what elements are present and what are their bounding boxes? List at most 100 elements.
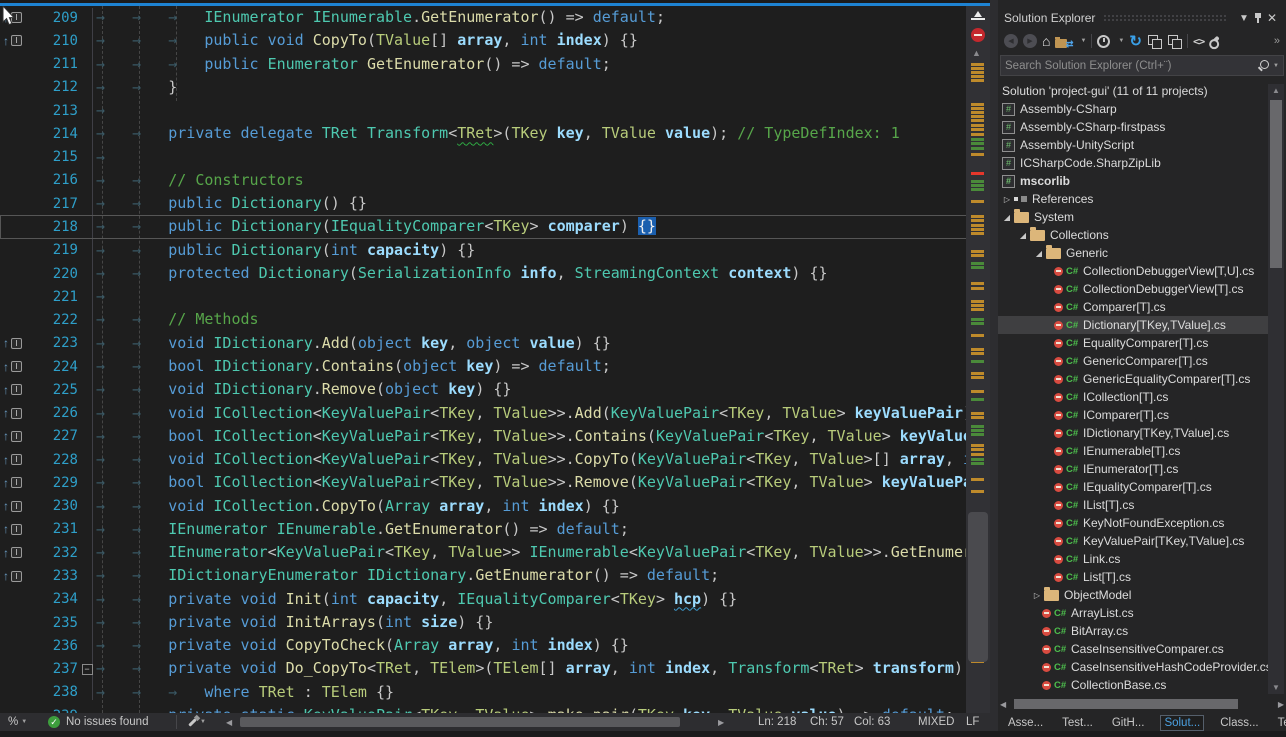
tree-item-collections[interactable]: ◢Collections — [998, 226, 1268, 244]
issues-indicator[interactable]: ✓ No issues found — [48, 713, 148, 731]
code-line[interactable]: 213→ — [0, 99, 990, 122]
code-line[interactable]: 211→ → → public Enumerator GetEnumerator… — [0, 53, 990, 76]
tree-item-ilist-t-cs[interactable]: C#IList[T].cs — [998, 496, 1268, 514]
tree-item-generic[interactable]: ◢Generic — [998, 244, 1268, 262]
code-line[interactable]: 238→ → → where TRet : TElem {} — [0, 681, 990, 704]
tree-item-icollection-t-cs[interactable]: C#ICollection[T].cs — [998, 388, 1268, 406]
tree-item-assembly-unityscript[interactable]: #Assembly-UnityScript — [998, 136, 1268, 154]
hscrollbar-thumb[interactable] — [240, 717, 680, 727]
pending-changes-filter-button[interactable] — [1097, 35, 1110, 48]
tree-item-iequalitycomparer-t-cs[interactable]: C#IEqualityComparer[T].cs — [998, 478, 1268, 496]
tree-hscrollbar[interactable]: ◀ ▶ — [1000, 697, 1284, 711]
eol-indicator[interactable]: LF — [966, 713, 979, 731]
tree-item-collectionbase-cs[interactable]: C#CollectionBase.cs — [998, 676, 1268, 694]
code-line[interactable]: 235→ → private void InitArrays(int size)… — [0, 611, 990, 634]
code-line[interactable]: 234→ → private void Init(int capacity, I… — [0, 588, 990, 611]
code-line[interactable]: ↑I226→ → void ICollection<KeyValuePair<T… — [0, 402, 990, 425]
glyph-margin[interactable]: ↑I — [0, 430, 36, 442]
encoding-indicator[interactable]: MIXED — [918, 713, 954, 731]
tree-item-ienumerator-t-cs[interactable]: C#IEnumerator[T].cs — [998, 460, 1268, 478]
tree-item-ienumerable-t-cs[interactable]: C#IEnumerable[T].cs — [998, 442, 1268, 460]
glyph-margin[interactable]: ↑I — [0, 384, 36, 396]
expanded-chevron-icon[interactable]: ◢ — [1000, 213, 1014, 222]
tree-item-objectmodel[interactable]: ▷ObjectModel — [998, 586, 1268, 604]
formatting-brush-control[interactable]: ▼ — [188, 713, 206, 731]
search-box[interactable]: Search Solution Explorer (Ctrl+¨) ▼ — [1000, 55, 1284, 76]
properties-wrench-button[interactable] — [1209, 36, 1220, 47]
glyph-margin[interactable]: ↑I — [0, 337, 36, 349]
scroll-up-arrow-icon[interactable]: ▲ — [972, 48, 981, 58]
expanded-chevron-icon[interactable]: ◢ — [1032, 249, 1046, 258]
code-line[interactable]: 216→ → // Constructors — [0, 169, 990, 192]
tree-item-list-t-cs[interactable]: C#List[T].cs — [998, 568, 1268, 586]
tree-item-collectiondebuggerview-t-cs[interactable]: C#CollectionDebuggerView[T].cs — [998, 280, 1268, 298]
hscroll-left-arrow[interactable]: ◀ — [226, 713, 232, 731]
code-line[interactable]: ↑I227→ → bool ICollection<KeyValuePair<T… — [0, 425, 990, 448]
code-line[interactable]: 221→ — [0, 285, 990, 308]
glyph-margin[interactable]: ↑I — [0, 407, 36, 419]
tree-item-solution-project-gui-11-of-11-projects[interactable]: Solution 'project-gui' (11 of 11 project… — [998, 82, 1268, 100]
glyph-margin[interactable]: ↑I — [0, 454, 36, 466]
code-line[interactable]: ↑I231→ → IEnumerator IEnumerable.GetEnum… — [0, 518, 990, 541]
glyph-margin[interactable]: ↑I — [0, 547, 36, 559]
tree-item-mscorlib[interactable]: #mscorlib — [998, 172, 1268, 190]
code-line[interactable]: ↑I228→ → void ICollection<KeyValuePair<T… — [0, 448, 990, 471]
tree-item-link-cs[interactable]: C#Link.cs — [998, 550, 1268, 568]
tree-item-bitarray-cs[interactable]: C#BitArray.cs — [998, 622, 1268, 640]
fold-margin[interactable]: − — [78, 664, 96, 675]
code-line[interactable]: 236→ → private void CopyToCheck(Array ar… — [0, 634, 990, 657]
collapsed-chevron-icon[interactable]: ▷ — [1000, 195, 1014, 204]
tree-item-idictionary-tkey-tvalue-cs[interactable]: C#IDictionary[TKey,TValue].cs — [998, 424, 1268, 442]
editor-hscrollbar[interactable] — [240, 713, 712, 731]
window-position-chevron-icon[interactable]: ▼ — [1236, 13, 1252, 24]
back-button[interactable]: ◀ — [1004, 34, 1018, 48]
chevron-down-icon[interactable]: ▼ — [1118, 38, 1124, 44]
home-button[interactable]: ⌂ — [1042, 33, 1050, 49]
glyph-margin[interactable]: ↑I — [0, 361, 36, 373]
tree-item-arraylist-cs[interactable]: C#ArrayList.cs — [998, 604, 1268, 622]
show-all-files-button[interactable] — [1167, 34, 1182, 48]
panel-title-bar[interactable]: Solution Explorer ▼ ✕ — [998, 8, 1286, 28]
chevron-down-icon[interactable]: ▼ — [1080, 38, 1086, 44]
tree-item-comparer-t-cs[interactable]: C#Comparer[T].cs — [998, 298, 1268, 316]
tree-item-equalitycomparer-t-cs[interactable]: C#EqualityComparer[T].cs — [998, 334, 1268, 352]
tree-item-icomparer-t-cs[interactable]: C#IComparer[T].cs — [998, 406, 1268, 424]
code-line[interactable]: ↑I229→ → bool ICollection<KeyValuePair<T… — [0, 471, 990, 494]
code-line[interactable]: ↑I233→ → IDictionaryEnumerator IDictiona… — [0, 564, 990, 587]
tree-item-caseinsensitivecomparer-cs[interactable]: C#CaseInsensitiveComparer.cs — [998, 640, 1268, 658]
refresh-button[interactable]: ↻ — [1129, 32, 1142, 50]
collapsed-chevron-icon[interactable]: ▷ — [1030, 591, 1044, 600]
scroll-up-arrow-icon[interactable]: ▲ — [1268, 86, 1284, 95]
pin-icon[interactable] — [1252, 11, 1264, 25]
tree-item-genericcomparer-t-cs[interactable]: C#GenericComparer[T].cs — [998, 352, 1268, 370]
glyph-margin[interactable]: ↑I — [0, 35, 36, 47]
vscrollbar-thumb[interactable] — [1270, 100, 1282, 268]
expanded-chevron-icon[interactable]: ◢ — [1016, 231, 1030, 240]
split-editor-handle[interactable] — [970, 9, 986, 25]
tree-item-keyvaluepair-tkey-tvalue-cs[interactable]: C#KeyValuePair[TKey,TValue].cs — [998, 532, 1268, 550]
chevron-down-icon[interactable]: ▼ — [1273, 63, 1279, 69]
tab-class[interactable]: Class... — [1217, 716, 1261, 730]
tree-item-assembly-csharp[interactable]: #Assembly-CSharp — [998, 100, 1268, 118]
scroll-down-arrow-icon[interactable]: ▼ — [1268, 683, 1284, 692]
glyph-margin[interactable]: ↑I — [0, 523, 36, 535]
code-line[interactable]: 220→ → protected Dictionary(Serializatio… — [0, 262, 990, 285]
code-line[interactable]: ↑I232→ → IEnumerator<KeyValuePair<TKey, … — [0, 541, 990, 564]
code-line[interactable]: 214→ → private delegate TRet Transform<T… — [0, 122, 990, 145]
tree-item-caseinsensitivehashcodeprovider-cs[interactable]: C#CaseInsensitiveHashCodeProvider.cs — [998, 658, 1268, 676]
scroll-left-arrow-icon[interactable]: ◀ — [1000, 700, 1006, 709]
code-editor[interactable]: ↑I209→ → → IEnumerator IEnumerable.GetEn… — [0, 0, 990, 737]
tab-gith[interactable]: GitH... — [1109, 716, 1148, 730]
view-code-button[interactable]: <> — [1193, 35, 1204, 48]
search-icon[interactable] — [1257, 59, 1270, 72]
code-area[interactable]: ↑I209→ → → IEnumerator IEnumerable.GetEn… — [0, 6, 990, 713]
tree-item-keynotfoundexception-cs[interactable]: C#KeyNotFoundException.cs — [998, 514, 1268, 532]
scroll-right-arrow-icon[interactable]: ▶ — [1278, 700, 1284, 709]
glyph-margin[interactable]: ↑I — [0, 477, 36, 489]
glyph-margin[interactable]: ↑I — [0, 500, 36, 512]
glyph-margin[interactable]: ↑I — [0, 570, 36, 582]
solution-tree[interactable]: Solution 'project-gui' (11 of 11 project… — [998, 82, 1268, 694]
tree-item-system[interactable]: ◢System — [998, 208, 1268, 226]
tree-vscrollbar[interactable]: ▲ ▼ — [1268, 84, 1284, 694]
code-line[interactable]: 237−→ → private void Do_CopyTo<TRet, TEl… — [0, 657, 990, 680]
